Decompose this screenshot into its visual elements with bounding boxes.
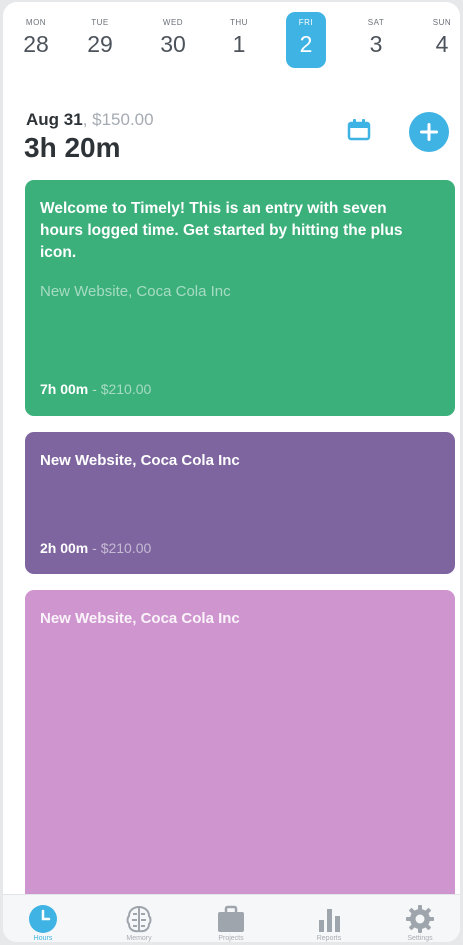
duration-value: 2h 00m bbox=[40, 540, 89, 556]
day-fri[interactable]: FRI 2 bbox=[286, 12, 326, 68]
clock-icon bbox=[29, 905, 57, 933]
tab-label: Memory bbox=[126, 935, 152, 942]
day-name: MON bbox=[25, 18, 47, 27]
summary-date: Aug 31, $150.00 bbox=[26, 110, 154, 130]
day-number: 28 bbox=[23, 31, 49, 57]
day-name: THU bbox=[230, 18, 248, 27]
add-entry-button[interactable] bbox=[409, 112, 449, 152]
day-sun[interactable]: SUN 4 bbox=[417, 12, 460, 68]
day-number: 3 bbox=[369, 31, 383, 57]
day-total-hours: 3h 20m bbox=[24, 132, 121, 163]
tab-settings[interactable]: Settings bbox=[380, 895, 460, 942]
entry-duration: 7h 00m - $210.00 bbox=[40, 381, 151, 397]
day-name: TUE bbox=[91, 18, 109, 27]
day-number: 2 bbox=[299, 31, 313, 57]
calendar-icon bbox=[347, 119, 371, 141]
entry-cost: $210.00 bbox=[100, 381, 152, 397]
day-name: SUN bbox=[432, 18, 452, 27]
entry-project: New Website, Coca Cola Inc bbox=[40, 610, 240, 627]
tab-hours[interactable]: Hours bbox=[3, 895, 83, 942]
tab-label: Hours bbox=[33, 935, 53, 942]
day-amount: $150.00 bbox=[92, 110, 154, 129]
day-mon[interactable]: MON 28 bbox=[11, 12, 61, 68]
entry-project: New Website, Coca Cola Inc bbox=[40, 283, 231, 300]
entry-note: Welcome to Timely! This is an entry with… bbox=[40, 200, 403, 261]
briefcase-icon bbox=[218, 905, 244, 932]
entry-cost: $210.00 bbox=[100, 540, 152, 556]
date-separator: , bbox=[82, 110, 93, 129]
time-entry-card[interactable]: New Website, Coca Cola Inc 2h 00m - $210… bbox=[25, 432, 455, 574]
tab-bar: Hours Memory Projects Reports Settings bbox=[3, 894, 460, 942]
plus-icon bbox=[420, 123, 438, 141]
day-number: 4 bbox=[435, 31, 449, 57]
tab-label: Projects bbox=[218, 935, 244, 942]
day-number: 1 bbox=[232, 31, 246, 57]
gear-icon bbox=[406, 905, 434, 933]
date-label: Aug 31 bbox=[26, 110, 83, 129]
duration-separator: - bbox=[88, 381, 101, 397]
brain-icon bbox=[126, 905, 152, 933]
day-name: WED bbox=[162, 18, 184, 27]
week-strip: MON 28 TUE 29 WED 30 THU 1 FRI 2 SAT 3 S… bbox=[3, 12, 460, 72]
tab-label: Settings bbox=[407, 935, 433, 942]
calendar-button[interactable] bbox=[347, 119, 371, 141]
entry-project: New Website, Coca Cola Inc bbox=[40, 452, 240, 469]
tab-projects[interactable]: Projects bbox=[191, 895, 271, 942]
tab-label: Reports bbox=[316, 935, 342, 942]
time-entry-card[interactable]: Welcome to Timely! This is an entry with… bbox=[25, 180, 455, 416]
time-entry-card[interactable]: New Website, Coca Cola Inc bbox=[25, 590, 455, 910]
tab-memory[interactable]: Memory bbox=[99, 895, 179, 942]
duration-separator: - bbox=[88, 540, 101, 556]
tab-reports[interactable]: Reports bbox=[289, 895, 369, 942]
day-wed[interactable]: WED 30 bbox=[148, 12, 198, 68]
day-sat[interactable]: SAT 3 bbox=[351, 12, 401, 68]
day-name: FRI bbox=[298, 18, 314, 27]
bar-chart-icon bbox=[319, 909, 340, 932]
entry-duration: 2h 00m - $210.00 bbox=[40, 540, 151, 556]
day-name: SAT bbox=[367, 18, 385, 27]
day-thu[interactable]: THU 1 bbox=[214, 12, 264, 68]
duration-value: 7h 00m bbox=[40, 381, 89, 397]
day-tue[interactable]: TUE 29 bbox=[75, 12, 125, 68]
day-number: 29 bbox=[87, 31, 113, 57]
app-screen: MON 28 TUE 29 WED 30 THU 1 FRI 2 SAT 3 S… bbox=[3, 2, 460, 942]
day-number: 30 bbox=[160, 31, 186, 57]
